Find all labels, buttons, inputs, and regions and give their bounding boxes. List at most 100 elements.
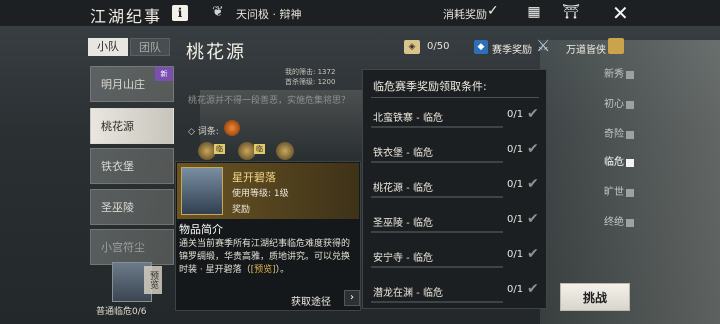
tab-team[interactable]: 团队 — [130, 38, 170, 56]
mode-label: 天问极 · 辩神 — [236, 8, 302, 21]
season-reward-conditions-panel: 临危赛季奖励领取条件: 北蛮铁寨 - 临危 0/1 ✔ 铁衣堡 - 临危 0/1… — [362, 69, 547, 309]
chevron-right-icon[interactable]: › — [344, 290, 360, 306]
condition-progress: 0/1 — [507, 144, 524, 155]
progress-bar — [371, 126, 503, 128]
difficulty-item-xinxiu[interactable]: 新秀 — [560, 66, 640, 84]
calendar-icon[interactable]: ▦ — [524, 4, 544, 22]
chest-icon[interactable] — [608, 38, 624, 54]
map-item-label: 桃花源 — [101, 120, 134, 133]
season-reward-button[interactable]: 赛季奖励 — [492, 41, 532, 56]
condition-progress: 0/1 — [507, 284, 524, 295]
difficulty-label: 新秀 — [604, 69, 624, 80]
item-name: 星开碧落 — [232, 171, 276, 184]
progress-bar — [371, 161, 503, 163]
boss-icon[interactable] — [276, 142, 294, 160]
difficulty-label: 奇险 — [604, 129, 624, 140]
preview-link[interactable]: [预览] — [251, 265, 276, 275]
map-description: 桃花源并不得一段善恶，实施危集将思？ — [188, 96, 351, 106]
difficulty-label: 临危 — [604, 157, 624, 168]
difficulty-marker-icon — [626, 131, 634, 139]
condition-progress: 0/1 — [507, 109, 524, 120]
attempt-counter: 0/50 — [427, 41, 450, 52]
map-item-xiaogong[interactable]: 小宫符尘 — [90, 229, 174, 265]
normal-danger-count: 普通临危0/6 — [96, 307, 147, 317]
difficulty-item-linwei[interactable]: 临危 — [560, 154, 640, 172]
progress-bar — [371, 266, 503, 268]
condition-row: 铁衣堡 - 临危 0/1 ✔ — [371, 137, 541, 172]
tab-squad[interactable]: 小队 — [88, 38, 128, 56]
divider — [371, 97, 539, 98]
tooltip-header: 星开碧落 使用等级: 1级 奖励 — [177, 163, 359, 219]
first-kill-stat: 首杀筛级: 1200 — [285, 78, 336, 86]
difficulty-item-chuxin[interactable]: 初心 — [560, 96, 640, 114]
progress-bar — [371, 196, 503, 198]
boss-icons: 临 临 — [196, 142, 306, 162]
sword-icon: ⚔ — [536, 36, 551, 55]
map-item-label: 铁衣堡 — [101, 160, 134, 173]
map-title: 桃花源 — [186, 42, 246, 63]
check-icon: ✔ — [527, 106, 539, 122]
acquire-source-label[interactable]: 获取途径 — [291, 293, 331, 308]
condition-name: 圣巫陵 - 临危 — [373, 218, 433, 229]
screen: 江湖纪事 i ❦ 天问极 · 辩神 消耗奖励 ✓ ▦ ⛩ ✕ 小队 团队 明月山… — [0, 0, 720, 324]
difficulty-marker-icon — [626, 189, 634, 197]
preview-tag[interactable]: 预览 — [144, 266, 162, 294]
map-item-label: 小宫符尘 — [101, 241, 145, 254]
item-use-level: 使用等级: 1级 — [232, 189, 289, 199]
condition-row: 安宁寺 - 临危 0/1 ✔ — [371, 242, 541, 277]
info-button[interactable]: i — [172, 5, 188, 21]
map-item-label: 明月山庄 — [101, 78, 145, 91]
difficulty-item-zhongjue[interactable]: 终绝 — [560, 214, 640, 232]
map-item-shengwuling[interactable]: 圣巫陵 — [90, 189, 174, 225]
item-tooltip: 星开碧落 使用等级: 1级 奖励 物品简介 通关当前赛季所有江湖纪事临危难度获得… — [175, 161, 361, 311]
progress-bar — [371, 231, 503, 233]
consume-reward-label[interactable]: 消耗奖励 — [443, 6, 487, 22]
season-reward-icon[interactable]: ◆ — [474, 40, 488, 54]
difficulty-item-qixian[interactable]: 奇险 — [560, 126, 640, 144]
item-thumbnail — [181, 167, 223, 215]
condition-progress: 0/1 — [507, 214, 524, 225]
condition-row: 潜龙在渊 - 临危 0/1 ✔ — [371, 277, 541, 312]
condition-name: 桃花源 - 临危 — [373, 183, 433, 194]
new-badge: 新 — [155, 67, 173, 81]
difficulty-marker-icon — [626, 219, 634, 227]
condition-name: 北蛮铁寨 - 临危 — [373, 113, 443, 124]
consume-reward-checkbox[interactable]: ✓ — [487, 3, 499, 19]
map-item-label: 圣巫陵 — [101, 201, 134, 214]
item-description-end: ）。 — [275, 265, 290, 275]
map-item-taohuayuan[interactable]: 桃花源 — [90, 108, 174, 144]
item-type: 奖励 — [232, 205, 251, 215]
wandao-reward-label[interactable]: 万道皆侠 — [566, 41, 606, 56]
condition-row: 北蛮铁寨 - 临危 0/1 ✔ — [371, 102, 541, 137]
check-icon: ✔ — [527, 281, 539, 297]
item-description: 通关当前赛季所有江湖纪事临危难度获得的锦罗绸缎，华贵高雅，质地讲究。可以兑换时装… — [179, 238, 357, 277]
difficulty-label: 旷世 — [604, 187, 624, 198]
wings-icon: ❦ — [212, 4, 224, 20]
map-item-mingyue[interactable]: 明月山庄 新 — [90, 66, 174, 102]
check-icon: ✔ — [527, 176, 539, 192]
difficulty-marker-icon — [626, 101, 634, 109]
condition-row: 桃花源 - 临危 0/1 ✔ — [371, 172, 541, 207]
difficulty-label: 终绝 — [604, 217, 624, 228]
difficulty-marker-icon — [626, 159, 634, 167]
conditions-title: 临危赛季奖励领取条件: — [373, 80, 487, 93]
check-icon: ✔ — [527, 246, 539, 262]
condition-row: 圣巫陵 - 临危 0/1 ✔ — [371, 207, 541, 242]
fire-affix-icon[interactable] — [224, 120, 240, 136]
page-title: 江湖纪事 — [90, 7, 163, 26]
difficulty-item-kuangshi[interactable]: 旷世 — [560, 184, 640, 202]
condition-name: 潜龙在渊 - 临危 — [373, 288, 443, 299]
progress-bar — [371, 301, 503, 303]
close-button[interactable]: ✕ — [612, 1, 629, 25]
difficulty-label: 初心 — [604, 99, 624, 110]
check-icon: ✔ — [527, 211, 539, 227]
item-intro-title: 物品简介 — [179, 223, 223, 236]
difficulty-marker-icon — [626, 71, 634, 79]
shop-icon[interactable]: ⛩ — [561, 4, 581, 22]
best-kill-stat: 我的筛击: 1372 — [285, 68, 336, 76]
boss-tag: 临 — [254, 144, 265, 154]
challenge-button[interactable]: 挑战 — [560, 283, 630, 311]
condition-name: 安宁寺 - 临危 — [373, 253, 433, 264]
condition-progress: 0/1 — [507, 249, 524, 260]
map-item-tieyibao[interactable]: 铁衣堡 — [90, 148, 174, 184]
